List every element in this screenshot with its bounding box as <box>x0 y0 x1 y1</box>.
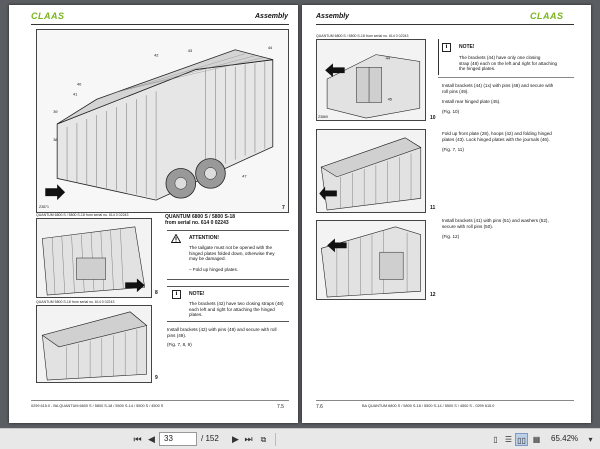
figure-11-illustration <box>316 129 426 213</box>
footer-rule <box>316 400 574 401</box>
zoom-level[interactable]: 65.42% <box>551 432 578 446</box>
continuous-view-icon[interactable]: ☰ <box>502 433 515 446</box>
note-line-3: plates. <box>189 312 203 318</box>
figure-10-number: 10 <box>430 115 436 121</box>
figure-9-drawing <box>37 306 151 382</box>
figure-11-number: 11 <box>430 205 436 211</box>
figure-10-caption: QUANTUM 6800 S / 5800 S-18 from serial n… <box>316 34 409 38</box>
attention-heading: ATTENTION! <box>189 235 219 241</box>
figure-9-illustration <box>36 305 152 383</box>
model-serial: from serial no. 614 0 02243 <box>165 220 229 226</box>
footer-doc: 0299 615.0 - BA QUANTUM 6800 S / 5800 S-… <box>31 404 164 408</box>
viewer-toolbar: ⏮ ◀ 33 / 152 ▶ ⏭ ⧉ ▯ ☰ ▯▯ ▦ 65.42% ▾ <box>0 428 600 449</box>
callout-41: 41 <box>73 91 77 96</box>
figure-10-code: Z3869 <box>318 115 328 119</box>
note-heading: NOTE! <box>189 291 205 297</box>
instr10-figref: (Fig. 10) <box>442 109 460 114</box>
figure-8-drawing <box>37 219 151 297</box>
instr12-figref: (Fig. 12) <box>442 234 460 239</box>
note-divider <box>438 39 439 75</box>
figure-10-drawing: 45 44 <box>317 40 425 120</box>
footer-rule <box>31 400 289 401</box>
figure-7-number: 7 <box>282 205 285 211</box>
figure-8-caption: QUANTUM 6800 S / 5800 S-18 from serial n… <box>36 213 129 217</box>
info-icon: i <box>172 290 181 299</box>
warning-icon <box>171 234 181 243</box>
figure-11-drawing <box>317 130 425 212</box>
figure-8-illustration <box>36 218 152 298</box>
note-heading: NOTE! <box>459 44 475 50</box>
page-total: / 152 <box>201 434 219 443</box>
instr11-figref: (Fig. 7, 11) <box>442 147 464 152</box>
instr12-line-2: secure with roll pins (50). <box>442 223 494 229</box>
figure-7-trailer-illustration: 40 41 42 43 44 39 38 47 <box>36 29 289 213</box>
first-page-button[interactable]: ⏮ <box>131 433 144 446</box>
copy-icon[interactable]: ⧉ <box>257 433 270 446</box>
next-page-button[interactable]: ▶ <box>229 433 242 446</box>
callout-47: 47 <box>242 173 246 178</box>
footer-page-number: 7.5 <box>277 404 284 410</box>
header-rule <box>31 24 289 25</box>
note-line-3: the hinged plates. <box>459 66 496 72</box>
footer-page-number: 7.6 <box>316 404 323 410</box>
previous-page-button[interactable]: ◀ <box>145 433 158 446</box>
last-page-button[interactable]: ⏭ <box>242 433 255 446</box>
header-rule <box>316 24 574 25</box>
zoom-dropdown-icon[interactable]: ▾ <box>584 433 597 446</box>
section-title: Assembly <box>316 13 350 20</box>
single-page-view-icon[interactable]: ▯ <box>489 433 502 446</box>
two-page-view-icon[interactable]: ▯▯ <box>515 433 528 446</box>
page-number-input[interactable]: 33 <box>159 432 197 446</box>
attention-line-3: may be damaged. <box>189 256 226 262</box>
figure-12-number: 12 <box>430 292 436 298</box>
figure-12-drawing <box>317 221 425 299</box>
brand-logo: CLAAS <box>530 11 564 21</box>
right-page: Assembly CLAAS QUANTUM 6800 S / 5800 S-1… <box>302 5 591 423</box>
instr10-line-2: roll pins (49). <box>442 88 469 94</box>
note-rule <box>438 77 574 78</box>
left-page: CLAAS Assembly 40 41 42 43 44 39 38 47 Z… <box>9 5 298 423</box>
instruction-line-2: pins (49). <box>167 332 187 338</box>
footer-doc: BA QUANTUM 6800 S / 5800 S-18 / 5500 S-1… <box>362 404 495 408</box>
callout-45: 45 <box>388 96 392 101</box>
figure-9-caption: QUANTUM 5800 S-18 from serial no. 614 0 … <box>36 300 115 304</box>
trailer-drawing: 40 41 42 43 44 39 38 47 <box>37 30 288 212</box>
instr10-line-4: Install rear hinged plate (45). <box>442 99 501 104</box>
brand-logo: CLAAS <box>31 11 65 21</box>
figure-10-illustration: 45 44 <box>316 39 426 121</box>
info-icon: i <box>442 43 451 52</box>
section-title: Assembly <box>255 13 289 20</box>
figure-8-number: 8 <box>155 290 158 296</box>
figure-7-code: Z3871 <box>39 205 49 209</box>
callout-42: 42 <box>154 53 158 58</box>
toolbar-divider <box>275 433 276 446</box>
figure-reference: (Fig. 7, 8, 9) <box>167 342 192 347</box>
instr11-line-2: plates (43). Lock hinged plates with the… <box>442 136 550 142</box>
callout-39: 39 <box>53 109 57 114</box>
figure-12-illustration <box>316 220 426 300</box>
document-viewport[interactable]: CLAAS Assembly 40 41 42 43 44 39 38 47 Z… <box>0 0 600 428</box>
figure-9-number: 9 <box>155 375 158 381</box>
two-page-continuous-view-icon[interactable]: ▦ <box>530 433 543 446</box>
attention-bullet: – Fold up hinged plates. <box>189 267 239 272</box>
